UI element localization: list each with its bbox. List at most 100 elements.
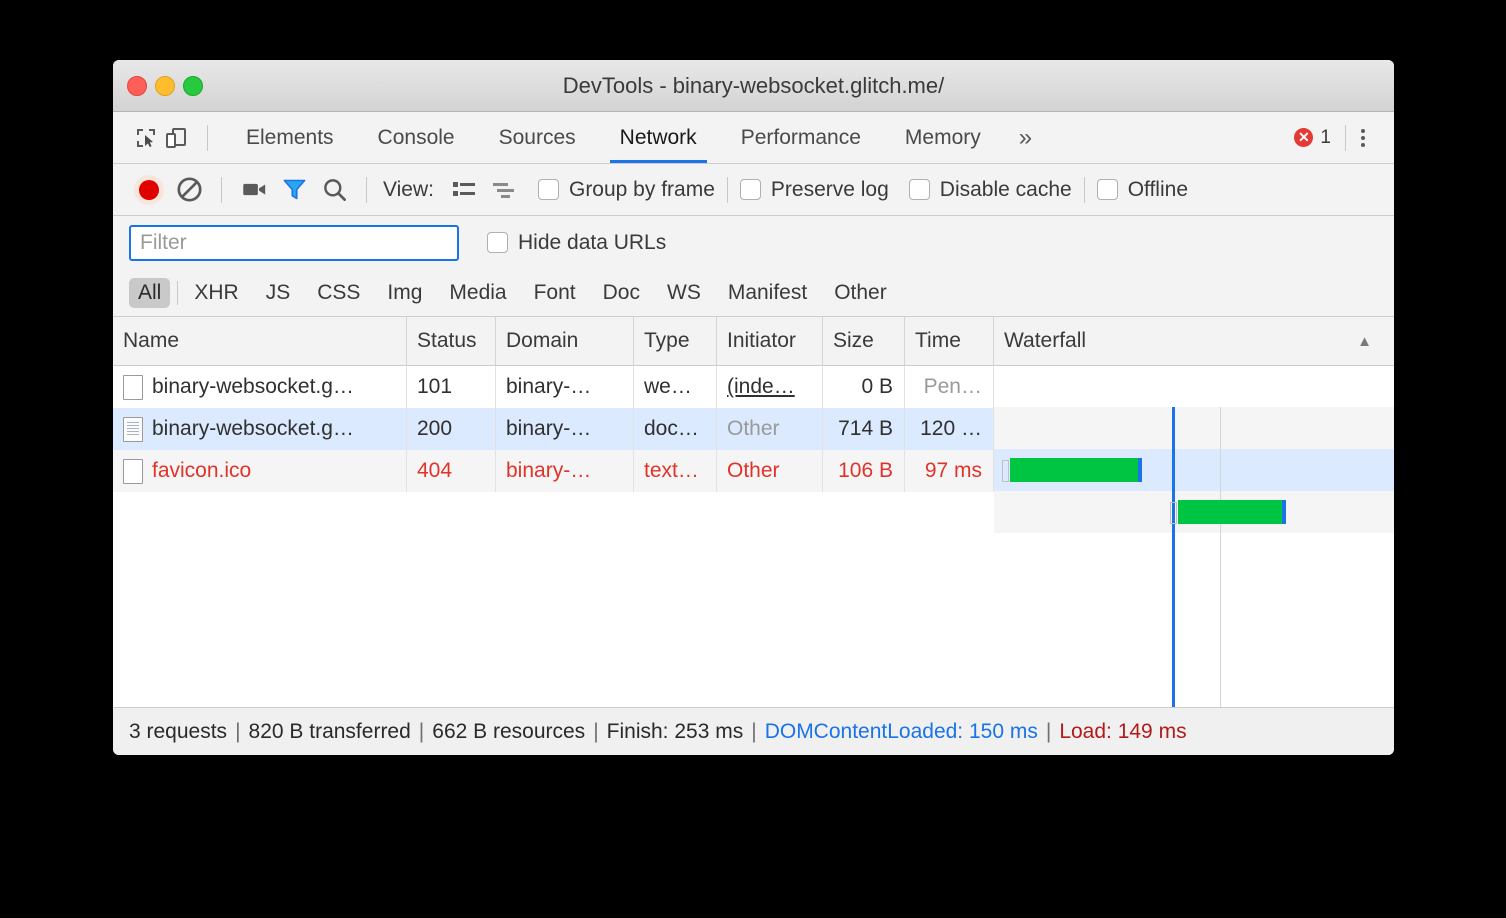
preserve-log-checkbox[interactable]: Preserve log <box>740 178 889 202</box>
type-filter-js[interactable]: JS <box>257 278 300 308</box>
checkbox-box <box>538 179 559 200</box>
type-filter-img[interactable]: Img <box>378 278 431 308</box>
column-header-waterfall-label: Waterfall <box>1004 329 1086 353</box>
group-by-frame-checkbox[interactable]: Group by frame <box>538 178 715 202</box>
type-filter-manifest[interactable]: Manifest <box>719 278 816 308</box>
column-header-waterfall[interactable]: Waterfall ▲ <box>994 317 1394 365</box>
type-filter-xhr[interactable]: XHR <box>185 278 247 308</box>
filter-input[interactable] <box>129 225 459 261</box>
request-name: binary-websocket.g… <box>152 417 354 441</box>
cell-time: Pen… <box>905 366 994 408</box>
tab-elements[interactable]: Elements <box>224 112 356 163</box>
toggle-device-toolbar-icon[interactable] <box>161 123 191 153</box>
toolbar-divider <box>727 177 728 203</box>
table-row[interactable]: favicon.ico 404 binary-… text… Other 106… <box>113 450 1394 492</box>
filter-divider <box>177 281 178 305</box>
search-icon[interactable] <box>314 172 354 208</box>
separator: | <box>1046 720 1051 744</box>
checkbox-box <box>487 232 508 253</box>
tab-memory[interactable]: Memory <box>883 112 1003 163</box>
dom-content-loaded-time: DOMContentLoaded: 150 ms <box>765 720 1038 744</box>
table-empty-area <box>113 492 1394 707</box>
filter-funnel-icon[interactable] <box>274 172 314 208</box>
separator: | <box>235 720 240 744</box>
toolbar-divider <box>207 125 208 151</box>
tab-performance[interactable]: Performance <box>719 112 883 163</box>
column-header-initiator[interactable]: Initiator <box>717 317 823 365</box>
type-filter-all[interactable]: All <box>129 278 170 308</box>
disable-cache-checkbox[interactable]: Disable cache <box>909 178 1072 202</box>
inspect-element-icon[interactable] <box>131 123 161 153</box>
cell-size: 714 B <box>823 408 905 450</box>
tab-bar-right-controls: ✕ 1 <box>1294 125 1380 151</box>
checkbox-box <box>909 179 930 200</box>
column-header-type[interactable]: Type <box>634 317 717 365</box>
checkbox-label: Preserve log <box>771 178 889 202</box>
type-filter-css[interactable]: CSS <box>308 278 369 308</box>
offline-checkbox[interactable]: Offline <box>1097 178 1188 202</box>
cell-waterfall <box>994 408 1394 450</box>
cell-status: 200 <box>407 408 496 450</box>
toolbar-divider <box>366 177 367 203</box>
cell-name: binary-websocket.g… <box>113 408 407 450</box>
cell-initiator: Other <box>717 450 823 492</box>
checkbox-box <box>1097 179 1118 200</box>
list-view-icon[interactable] <box>444 172 484 208</box>
network-summary-bar: 3 requests | 820 B transferred | 662 B r… <box>113 707 1394 755</box>
cell-initiator[interactable]: (inde… <box>717 366 823 408</box>
checkbox-label: Offline <box>1128 178 1188 202</box>
toolbar-divider <box>1084 177 1085 203</box>
tab-sources[interactable]: Sources <box>477 112 598 163</box>
cell-time: 120 … <box>905 408 994 450</box>
transferred-size: 820 B transferred <box>249 720 411 744</box>
cell-type: doc… <box>634 408 717 450</box>
column-header-status[interactable]: Status <box>407 317 496 365</box>
filter-bar: Hide data URLs <box>113 216 1394 269</box>
column-header-size[interactable]: Size <box>823 317 905 365</box>
table-header-row: Name Status Domain Type Initiator Size T… <box>113 317 1394 366</box>
tab-label: Elements <box>246 126 334 150</box>
type-filter-ws[interactable]: WS <box>658 278 710 308</box>
type-filter-font[interactable]: Font <box>525 278 585 308</box>
checkbox-label: Hide data URLs <box>518 231 666 255</box>
clear-icon[interactable] <box>169 172 209 208</box>
checkbox-label: Group by frame <box>569 178 715 202</box>
table-row[interactable]: binary-websocket.g… 101 binary-… we… (in… <box>113 366 1394 408</box>
kebab-menu-icon[interactable] <box>1346 129 1380 147</box>
initiator-link[interactable]: (inde… <box>727 375 795 399</box>
cell-type: we… <box>634 366 717 408</box>
tab-network[interactable]: Network <box>598 112 719 163</box>
table-row[interactable]: binary-websocket.g… 200 binary-… doc… Ot… <box>113 408 1394 450</box>
more-tabs-icon[interactable]: » <box>1003 124 1048 152</box>
devtools-tab-bar: Elements Console Sources Network Perform… <box>113 112 1394 164</box>
error-circle-icon: ✕ <box>1294 128 1313 147</box>
screenshot-camera-icon[interactable] <box>234 172 274 208</box>
hide-data-urls-checkbox[interactable]: Hide data URLs <box>487 231 666 255</box>
waterfall-view-icon[interactable] <box>484 172 524 208</box>
tab-label: Memory <box>905 126 981 150</box>
tab-console[interactable]: Console <box>356 112 477 163</box>
column-header-time[interactable]: Time <box>905 317 994 365</box>
request-count: 3 requests <box>129 720 227 744</box>
network-toolbar: View: Group by frame Preserve log Dis <box>113 164 1394 216</box>
separator: | <box>751 720 756 744</box>
cell-type: text… <box>634 450 717 492</box>
cell-size: 106 B <box>823 450 905 492</box>
finish-time: Finish: 253 ms <box>607 720 744 744</box>
error-count-label: 1 <box>1320 127 1331 149</box>
checkbox-label: Disable cache <box>940 178 1072 202</box>
error-count-badge[interactable]: ✕ 1 <box>1294 127 1345 149</box>
tab-list: Elements Console Sources Network Perform… <box>224 112 1048 163</box>
type-filter-media[interactable]: Media <box>440 278 515 308</box>
cell-name: favicon.ico <box>113 450 407 492</box>
cell-name: binary-websocket.g… <box>113 366 407 408</box>
record-button-icon[interactable] <box>129 172 169 208</box>
load-time: Load: 149 ms <box>1059 720 1186 744</box>
column-header-name[interactable]: Name <box>113 317 407 365</box>
type-filter-doc[interactable]: Doc <box>594 278 649 308</box>
tab-label: Performance <box>741 126 861 150</box>
tab-label: Console <box>378 126 455 150</box>
view-label: View: <box>383 178 434 202</box>
type-filter-other[interactable]: Other <box>825 278 896 308</box>
column-header-domain[interactable]: Domain <box>496 317 634 365</box>
